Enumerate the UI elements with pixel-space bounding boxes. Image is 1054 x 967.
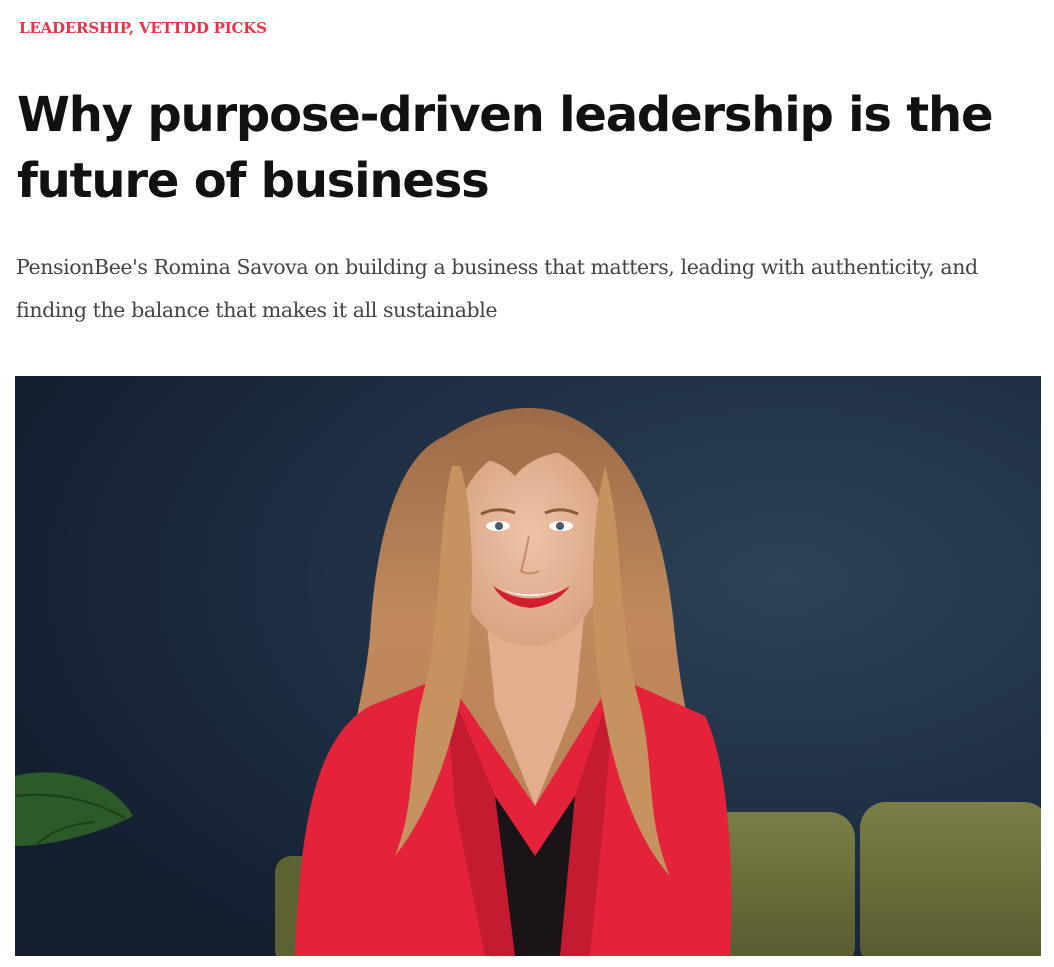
face [452, 446, 608, 646]
hero-image [15, 376, 1041, 956]
article-categories: LEADERSHIP, VETTDD PICKS [19, 19, 267, 37]
category-separator: , [128, 19, 139, 37]
article-title: Why purpose-driven leadership is the fut… [17, 87, 994, 209]
category-link-vettdd-picks[interactable]: VETTDD PICKS [139, 19, 267, 37]
portrait-photo-icon [15, 376, 1041, 956]
category-link-leadership[interactable]: LEADERSHIP [19, 19, 129, 37]
article-subtitle: PensionBee's Romina Savova on building a… [16, 255, 978, 322]
